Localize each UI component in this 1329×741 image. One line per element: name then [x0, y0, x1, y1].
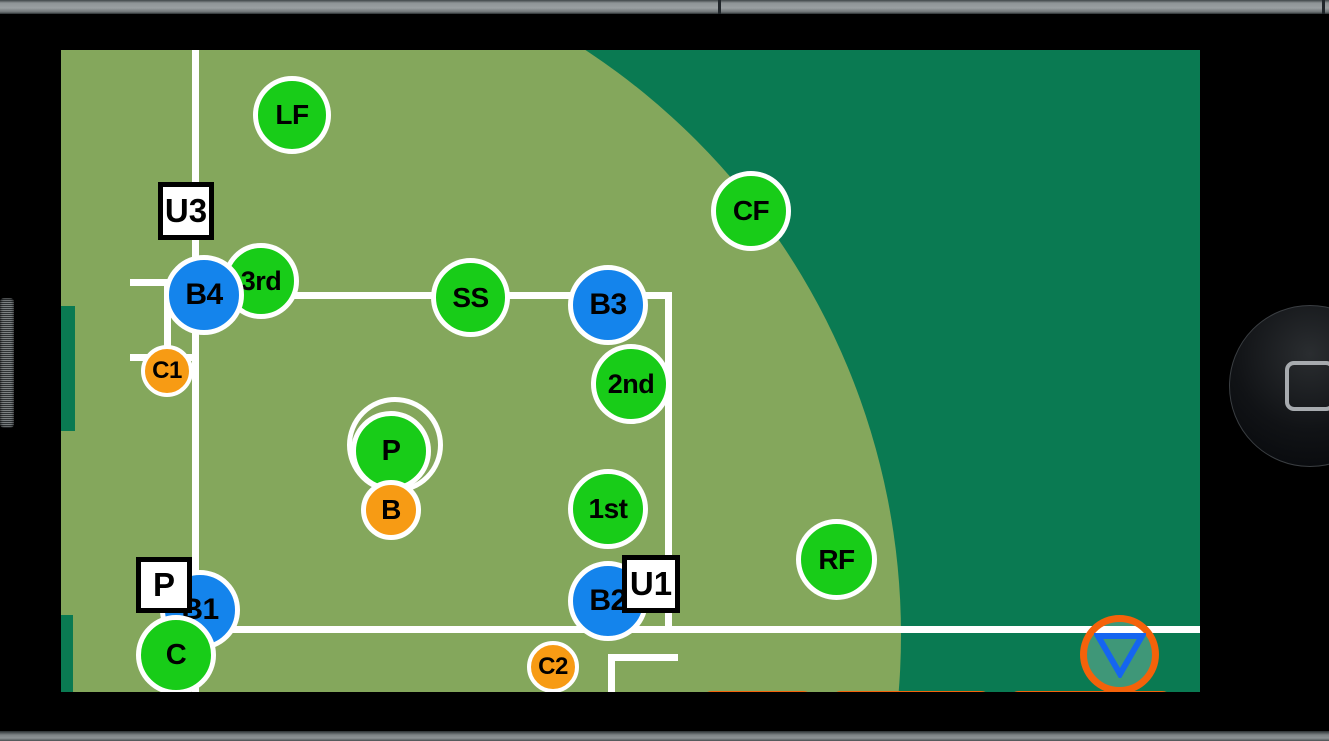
position-node-label: SS	[452, 281, 489, 313]
ball-marker[interactable]	[1080, 615, 1159, 692]
outfield-grass-wedge-upper	[61, 306, 75, 431]
triangle-down-icon	[1093, 632, 1146, 678]
paint-button[interactable]: Paint	[830, 691, 992, 692]
umpire-box-label: U3	[164, 192, 208, 229]
device-top-bezel	[0, 0, 1329, 14]
position-node-label: P	[381, 434, 401, 467]
device-volume-button[interactable]	[0, 298, 14, 428]
home-to-first-baseline	[192, 626, 1200, 633]
bezel-seam-left	[718, 0, 721, 14]
runner-node-b4[interactable]: B4	[164, 255, 244, 335]
outfield-grass-wedge-lower	[61, 615, 73, 692]
coach-node-c1[interactable]: C1	[141, 345, 193, 397]
device-bottom-bezel	[0, 731, 1329, 741]
clean-button[interactable]: Clean	[1008, 691, 1173, 692]
position-node-label: 2nd	[607, 368, 655, 399]
position-node-label: RF	[818, 543, 855, 575]
position-node-ss[interactable]: SS	[431, 258, 510, 337]
position-node-label: C	[165, 638, 187, 671]
first-base-coach-box-top	[608, 654, 678, 661]
position-node-label: LF	[275, 99, 309, 130]
batter-node-label: B	[381, 494, 401, 525]
coach-node-label: C1	[152, 357, 182, 384]
device-home-button[interactable]	[1229, 305, 1329, 467]
umpire-box-u1[interactable]: U1	[622, 555, 680, 613]
umpire-box-label: U1	[629, 565, 673, 602]
coach-node-c2[interactable]: C2	[527, 641, 579, 692]
position-node-rf[interactable]: RF	[796, 519, 877, 600]
left-foul-line	[192, 50, 199, 633]
runner-node-b3[interactable]: B3	[568, 265, 648, 345]
home-button-square-icon	[1285, 361, 1329, 411]
position-node-label: 3rd	[240, 265, 282, 296]
umpire-box-u3[interactable]: U3	[158, 182, 214, 240]
position-node-label: CF	[732, 195, 770, 226]
coach-node-label: C2	[538, 653, 568, 680]
position-node-pitcher[interactable]: P	[351, 411, 431, 491]
position-node-1st[interactable]: 1st	[568, 469, 648, 549]
position-node-lf[interactable]: LF	[253, 76, 331, 154]
umpire-box-plate[interactable]: P	[136, 557, 192, 613]
toolbar: HideP Paint Clean	[701, 691, 1173, 692]
umpire-box-label: P	[152, 566, 175, 603]
hide-players-button[interactable]: HideP	[701, 691, 814, 692]
baseball-field-canvas[interactable]: LF CF RF 3rd SS 2nd 1st P C B4 B3 B2 B1 …	[61, 50, 1200, 692]
bezel-seam-right	[1322, 0, 1325, 14]
position-node-label: 1st	[588, 493, 628, 524]
position-node-2nd[interactable]: 2nd	[591, 344, 671, 424]
runner-node-label: B3	[589, 288, 627, 321]
runner-node-label: B4	[185, 278, 223, 311]
position-node-catcher[interactable]: C	[136, 615, 216, 692]
batter-node[interactable]: B	[361, 480, 421, 540]
position-node-cf[interactable]: CF	[711, 171, 791, 251]
